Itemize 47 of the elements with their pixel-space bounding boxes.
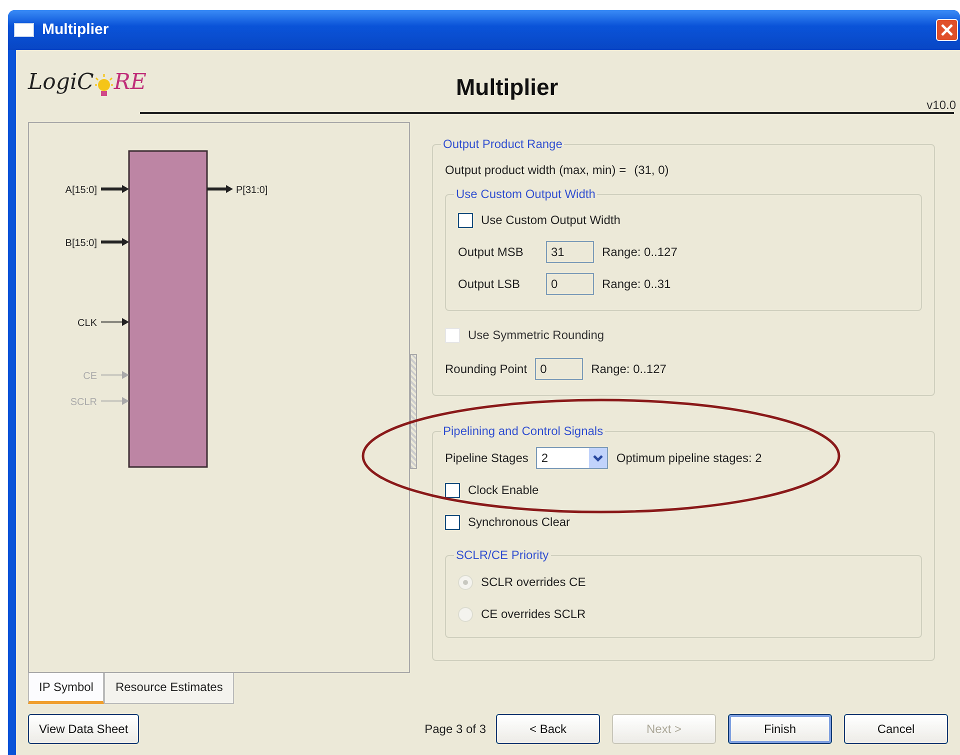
pin-label: P[31:0]: [236, 185, 268, 196]
radio-label: CE overrides SCLR: [481, 606, 586, 623]
pin-label: B[15:0]: [65, 238, 97, 249]
field-label: Output LSB: [458, 276, 522, 293]
field-label: Output MSB: [458, 244, 524, 261]
checkbox-label: Synchronous Clear: [468, 514, 570, 531]
checkbox-label: Use Symmetric Rounding: [468, 327, 604, 344]
page-label: Page 3 of 3: [424, 721, 486, 738]
checkbox-label: Clock Enable: [468, 482, 539, 499]
wizard-button[interactable]: Finish: [728, 714, 832, 744]
checkbox-label: Use Custom Output Width: [481, 212, 620, 229]
checkbox[interactable]: [458, 212, 473, 228]
version-label: v10.0: [926, 97, 956, 114]
checkbox[interactable]: [445, 482, 460, 498]
field-label: Rounding Point: [445, 361, 528, 378]
view-datasheet-button[interactable]: View Data Sheet: [28, 714, 140, 744]
pin-label: SCLR: [70, 397, 97, 408]
tab[interactable]: IP Symbol: [28, 673, 104, 704]
pin-label: CE: [83, 371, 97, 382]
pin-label: CLK: [78, 318, 97, 329]
field-label: Pipeline Stages: [445, 450, 528, 467]
logo: LogiC RE: [28, 69, 146, 98]
window-title: Multiplier: [42, 20, 109, 40]
close-button[interactable]: [936, 19, 958, 41]
group-label: Pipelining and Control Signals: [442, 425, 604, 437]
splitter-grip[interactable]: [410, 354, 417, 469]
dropdown[interactable]: 2: [536, 447, 608, 469]
pin-label: A[15:0]: [65, 185, 97, 196]
tab[interactable]: Resource Estimates: [104, 673, 234, 704]
group-label: Output Product Range: [442, 138, 564, 150]
window-icon: [14, 23, 34, 37]
caret-icon: [593, 454, 604, 462]
group-label: SCLR/CE Priority: [455, 549, 550, 561]
width-value: (31, 0): [634, 162, 669, 179]
radio-label: SCLR overrides CE: [481, 574, 586, 591]
range-label: Range: 0..127: [591, 361, 666, 378]
wizard-button[interactable]: < Back: [496, 714, 600, 744]
close-icon: [940, 23, 954, 37]
optimum-label: Optimum pipeline stages: 2: [616, 450, 762, 467]
range-label: Range: 0..31: [602, 276, 671, 293]
dialog-title: Multiplier: [456, 73, 558, 102]
range-label: Range: 0..127: [602, 244, 678, 261]
width-label: Output product width (max, min) =: [445, 162, 626, 179]
wizard-button[interactable]: Cancel: [844, 714, 948, 744]
group-label: Use Custom Output Width: [455, 188, 596, 200]
dropdown-button[interactable]: [589, 448, 608, 468]
checkbox[interactable]: [445, 514, 460, 530]
